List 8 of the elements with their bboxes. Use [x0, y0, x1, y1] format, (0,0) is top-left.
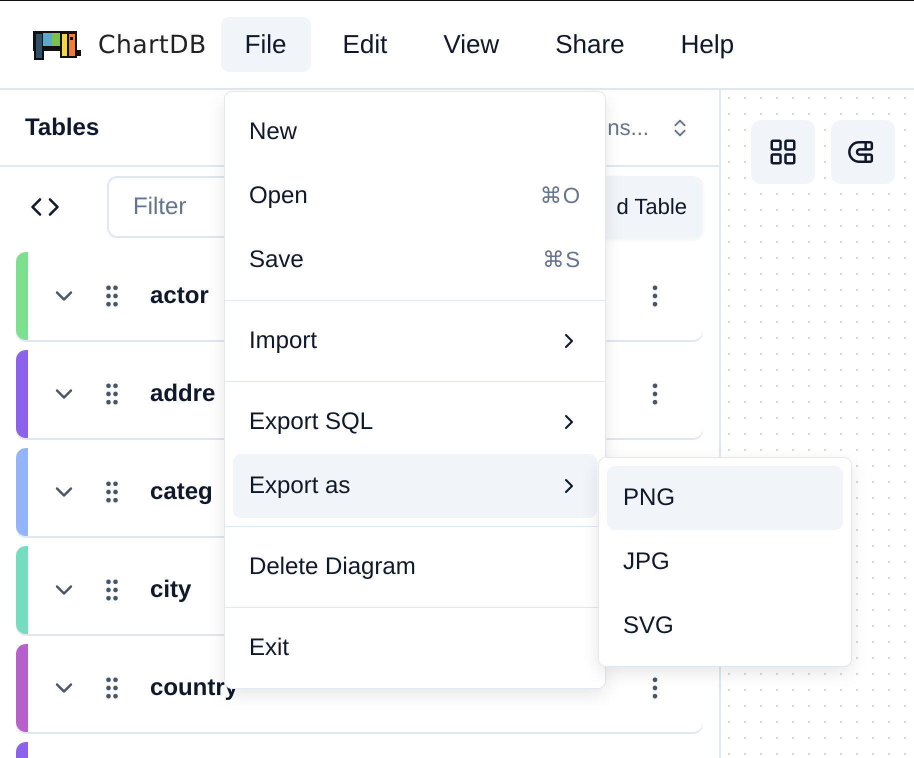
- table-name: actor: [150, 282, 209, 310]
- shortcut-label: ⌘O: [540, 183, 581, 209]
- table-name: addre: [150, 380, 216, 408]
- table-name: categ: [150, 478, 213, 506]
- app-name: ChartDB: [98, 30, 207, 59]
- sidebar-title: Tables: [25, 114, 100, 142]
- shortcut-label: ⌘S: [542, 247, 581, 273]
- table-name: city: [150, 576, 192, 604]
